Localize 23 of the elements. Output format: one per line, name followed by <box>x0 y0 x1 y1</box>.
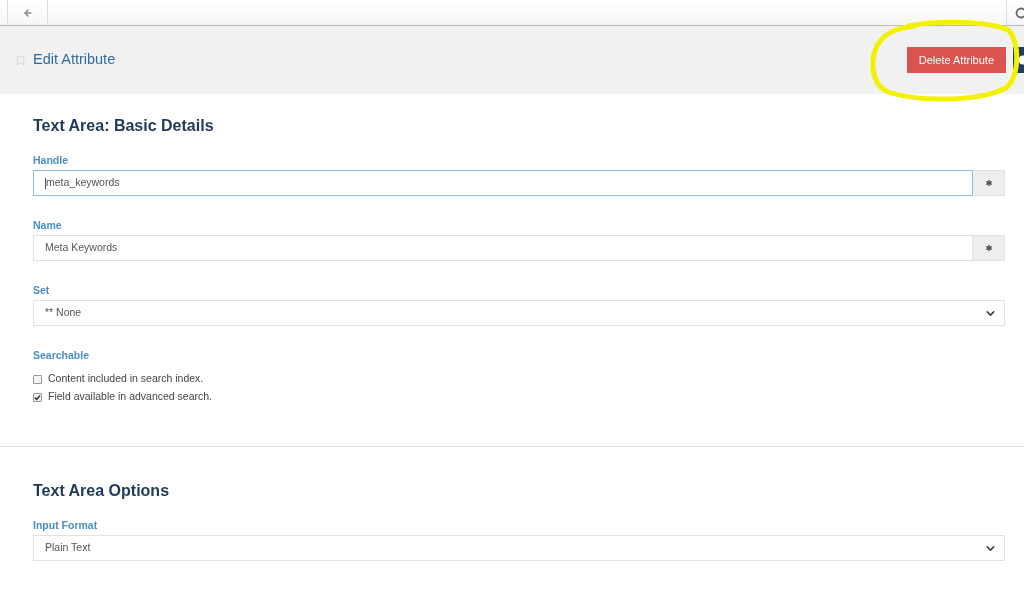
page-title: Edit Attribute <box>33 50 116 70</box>
text-input[interactable]: Meta Keywords <box>33 235 973 261</box>
checkbox-label: Content included in search index. <box>48 371 204 387</box>
asterisk-icon <box>983 243 994 253</box>
select-dropdown[interactable]: ** None <box>33 300 1005 326</box>
text-cursor-icon <box>45 177 46 189</box>
back-arrow-icon <box>22 7 33 18</box>
asterisk-icon <box>983 178 994 188</box>
field-label: Input Format <box>33 519 98 531</box>
checkbox[interactable] <box>33 392 42 402</box>
search-button[interactable] <box>1006 0 1024 25</box>
checkbox-label: Field available in advanced search. <box>48 389 213 405</box>
select-dropdown[interactable]: Plain Text <box>33 535 1005 561</box>
section-heading: Text Area Options <box>33 482 170 499</box>
field-label: Handle <box>33 154 68 166</box>
section-heading: Text Area: Basic Details <box>33 117 214 134</box>
field-label: Set <box>33 284 50 296</box>
text-input[interactable]: meta_keywords <box>33 170 973 196</box>
field-label: Searchable <box>33 349 90 361</box>
icon-button[interactable] <box>1013 47 1024 73</box>
delete-button[interactable]: Delete Attribute <box>906 47 1006 73</box>
checkbox[interactable] <box>33 374 42 384</box>
field-label: Name <box>33 219 62 231</box>
